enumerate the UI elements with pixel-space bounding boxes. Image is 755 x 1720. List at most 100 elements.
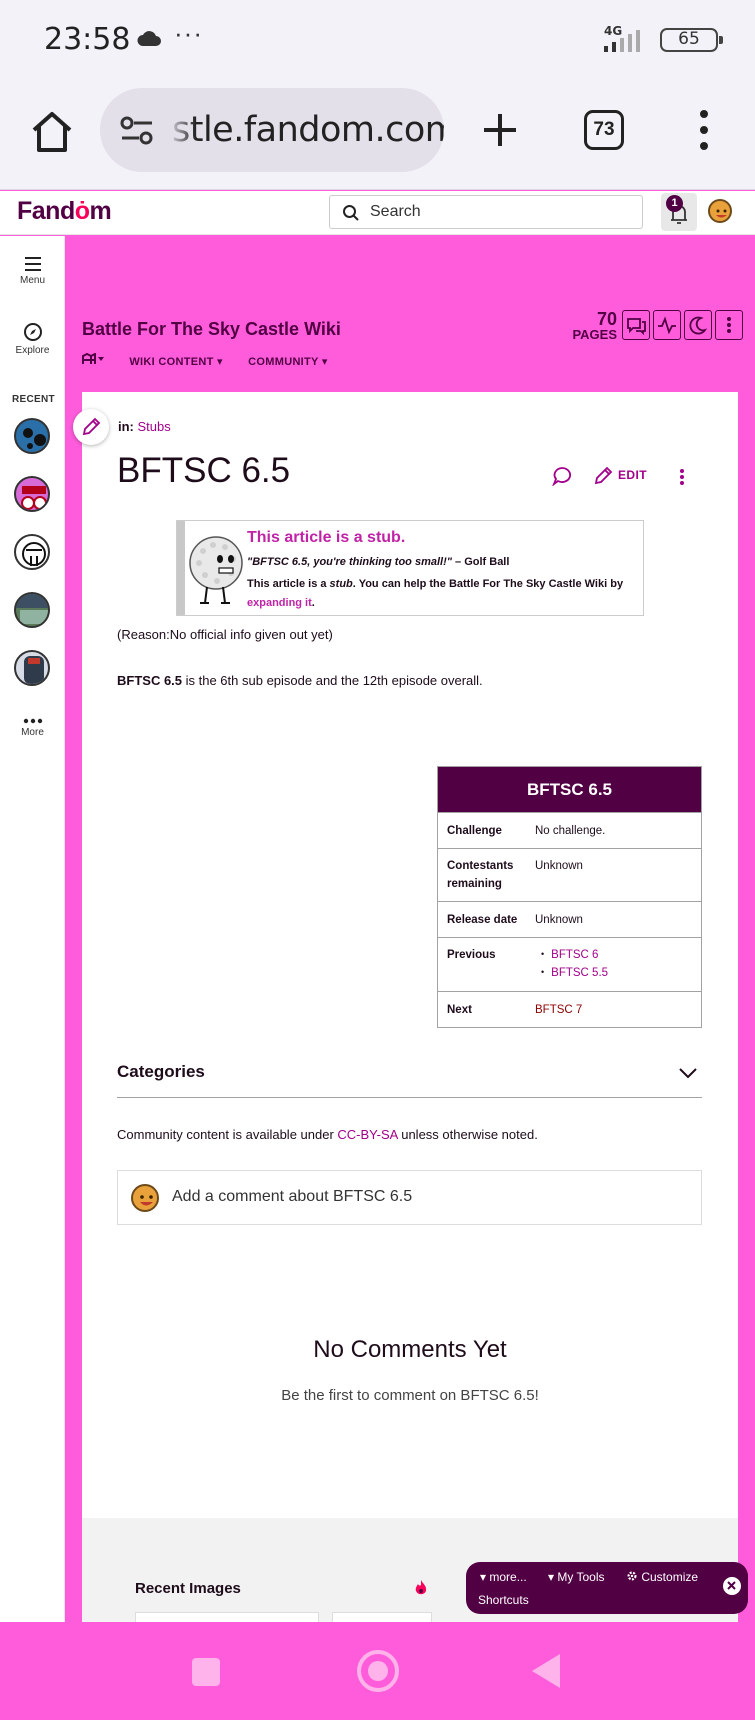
- status-time: 23:58: [44, 22, 131, 57]
- page-title: BFTSC 6.5: [117, 451, 291, 490]
- add-comment-input[interactable]: Add a comment about BFTSC 6.5: [117, 1170, 702, 1225]
- wiki-more-button[interactable]: [715, 310, 743, 340]
- recent-images-heading: Recent Images: [135, 1580, 241, 1597]
- previous-link-bftsc-6[interactable]: BFTSC 6: [551, 949, 598, 961]
- toolbar-shortcuts[interactable]: Shortcuts: [478, 1593, 529, 1607]
- edit-button[interactable]: EDIT: [618, 468, 647, 482]
- user-avatar[interactable]: [708, 199, 732, 223]
- no-comments-subtitle: Be the first to comment on BFTSC 6.5!: [281, 1387, 539, 1404]
- next-link-bftsc-7[interactable]: BFTSC 7: [535, 1001, 582, 1019]
- close-icon: [727, 1581, 736, 1590]
- previous-link-bftsc-5-5[interactable]: BFTSC 5.5: [551, 967, 608, 979]
- notifications-button[interactable]: 1: [661, 193, 697, 231]
- toolbar-close-button[interactable]: [723, 1577, 741, 1595]
- recent-wiki-thumb[interactable]: [14, 592, 50, 628]
- golf-ball-image: [189, 536, 243, 604]
- stub-body: This article is a stub. You can help the…: [247, 578, 624, 609]
- url-fade: [168, 88, 196, 172]
- pages-count-label: PAGES: [572, 327, 617, 342]
- pages-count-number: 70: [596, 309, 617, 329]
- commenter-avatar: [131, 1184, 159, 1212]
- more-dots-icon: [23, 718, 42, 724]
- comment-icon[interactable]: [552, 466, 572, 486]
- search-input[interactable]: Search: [329, 195, 643, 229]
- menu-icon: [24, 257, 41, 271]
- recent-wiki-thumb[interactable]: [14, 650, 50, 686]
- compass-icon: [23, 323, 42, 341]
- infobox: BFTSC 6.5 Challenge No challenge. Contes…: [437, 766, 702, 1028]
- infobox-row-challenge: Challenge No challenge.: [438, 812, 701, 848]
- toolbar-customize[interactable]: Customize: [626, 1570, 698, 1584]
- nav-wiki-content[interactable]: WIKI CONTENT ▾: [129, 356, 222, 368]
- left-rail: Menu Explore RECENT More: [0, 236, 65, 1622]
- discuss-button[interactable]: [622, 310, 650, 340]
- edit-pencil-icon[interactable]: [593, 466, 613, 486]
- rail-menu[interactable]: Menu: [0, 256, 65, 286]
- stub-title: This article is a stub.: [247, 529, 406, 546]
- infobox-row-release-date: Release date Unknown: [438, 901, 701, 937]
- new-tab-icon[interactable]: [480, 110, 520, 150]
- rail-explore[interactable]: Explore: [0, 322, 65, 356]
- rail-more[interactable]: More: [0, 716, 65, 738]
- cc-by-sa-link[interactable]: CC-BY-SA: [337, 1127, 397, 1142]
- fandom-flame-icon: [415, 1580, 427, 1595]
- stub-notice-bar: [177, 521, 185, 615]
- discussions-icon: [627, 318, 646, 336]
- rail-recent-heading: RECENT: [12, 394, 55, 405]
- activity-button[interactable]: [653, 310, 681, 340]
- stub-quote: "BFTSC 6.5, you're thinking too small!" …: [247, 556, 510, 568]
- status-bar: 23:58 ··· 4G 65: [0, 0, 755, 80]
- url-bar[interactable]: stle.fandom.com: [100, 88, 444, 172]
- recent-wiki-thumb[interactable]: [14, 534, 50, 570]
- recent-wiki-thumb[interactable]: [14, 476, 50, 512]
- back-button[interactable]: [532, 1654, 560, 1688]
- stub-reason: (Reason:No official info given out yet): [117, 627, 333, 642]
- toolbar-more[interactable]: ▾ more...: [480, 1570, 527, 1584]
- site-settings-icon[interactable]: [120, 116, 154, 146]
- home-button[interactable]: [357, 1650, 399, 1692]
- more-vertical-icon: [727, 317, 731, 333]
- pages-count: 70 PAGES: [565, 310, 617, 342]
- notification-count-badge: 1: [666, 195, 683, 212]
- fandom-home-icon: [82, 352, 104, 364]
- fandom-global-nav: Fandȯm Search 1: [0, 191, 755, 235]
- wiki-home-menu[interactable]: [82, 352, 107, 368]
- recent-image-thumb[interactable]: [332, 1612, 432, 1622]
- android-nav-bar: [0, 1622, 755, 1720]
- search-icon: [343, 205, 359, 221]
- recent-wiki-thumb[interactable]: [14, 418, 50, 454]
- recent-image-thumb[interactable]: [135, 1612, 319, 1622]
- category-link-stubs[interactable]: Stubs: [138, 419, 171, 434]
- gear-icon: [627, 1571, 637, 1581]
- home-icon[interactable]: [30, 110, 74, 154]
- browser-menu-icon[interactable]: [696, 110, 712, 154]
- article-intro: BFTSC 6.5 is the 6th sub episode and the…: [117, 673, 483, 688]
- fandom-logo[interactable]: Fandȯm: [17, 197, 112, 226]
- toolbar-my-tools[interactable]: ▾ My Tools: [548, 1570, 605, 1584]
- cloud-icon: [137, 31, 161, 46]
- tab-switcher-button[interactable]: 73: [584, 110, 624, 150]
- stub-notice: This article is a stub. "BFTSC 6.5, you'…: [176, 520, 644, 616]
- svg-text:4G: 4G: [604, 24, 622, 38]
- community-toolbar: ▾ more... ▾ My Tools Customize Shortcuts: [466, 1562, 748, 1614]
- rail-menu-label: Menu: [19, 275, 45, 286]
- pencil-icon: [82, 417, 101, 436]
- categories-breadcrumb: in: Stubs: [118, 419, 171, 434]
- moon-icon: [689, 316, 708, 335]
- categories-toggle[interactable]: Categories: [117, 1062, 702, 1098]
- nav-community[interactable]: COMMUNITY ▾: [248, 356, 328, 368]
- theme-toggle-button[interactable]: [684, 310, 712, 340]
- rail-more-label: More: [21, 727, 44, 738]
- chevron-down-icon: [679, 1068, 697, 1079]
- wiki-local-nav: WIKI CONTENT ▾ COMMUNITY ▾: [82, 352, 350, 368]
- wiki-title[interactable]: Battle For The Sky Castle Wiki: [82, 319, 341, 340]
- no-comments-title: No Comments Yet: [313, 1336, 507, 1363]
- categories-label: Categories: [117, 1062, 205, 1081]
- infobox-row-contestants: Contestants remaining Unknown: [438, 848, 701, 901]
- quick-edit-button[interactable]: [73, 409, 109, 445]
- battery-indicator: 65: [660, 28, 723, 52]
- expanding-it-link[interactable]: expanding it: [247, 597, 312, 609]
- infobox-title: BFTSC 6.5: [438, 767, 701, 812]
- page-more-icon[interactable]: [678, 468, 686, 486]
- recents-button[interactable]: [192, 1658, 220, 1686]
